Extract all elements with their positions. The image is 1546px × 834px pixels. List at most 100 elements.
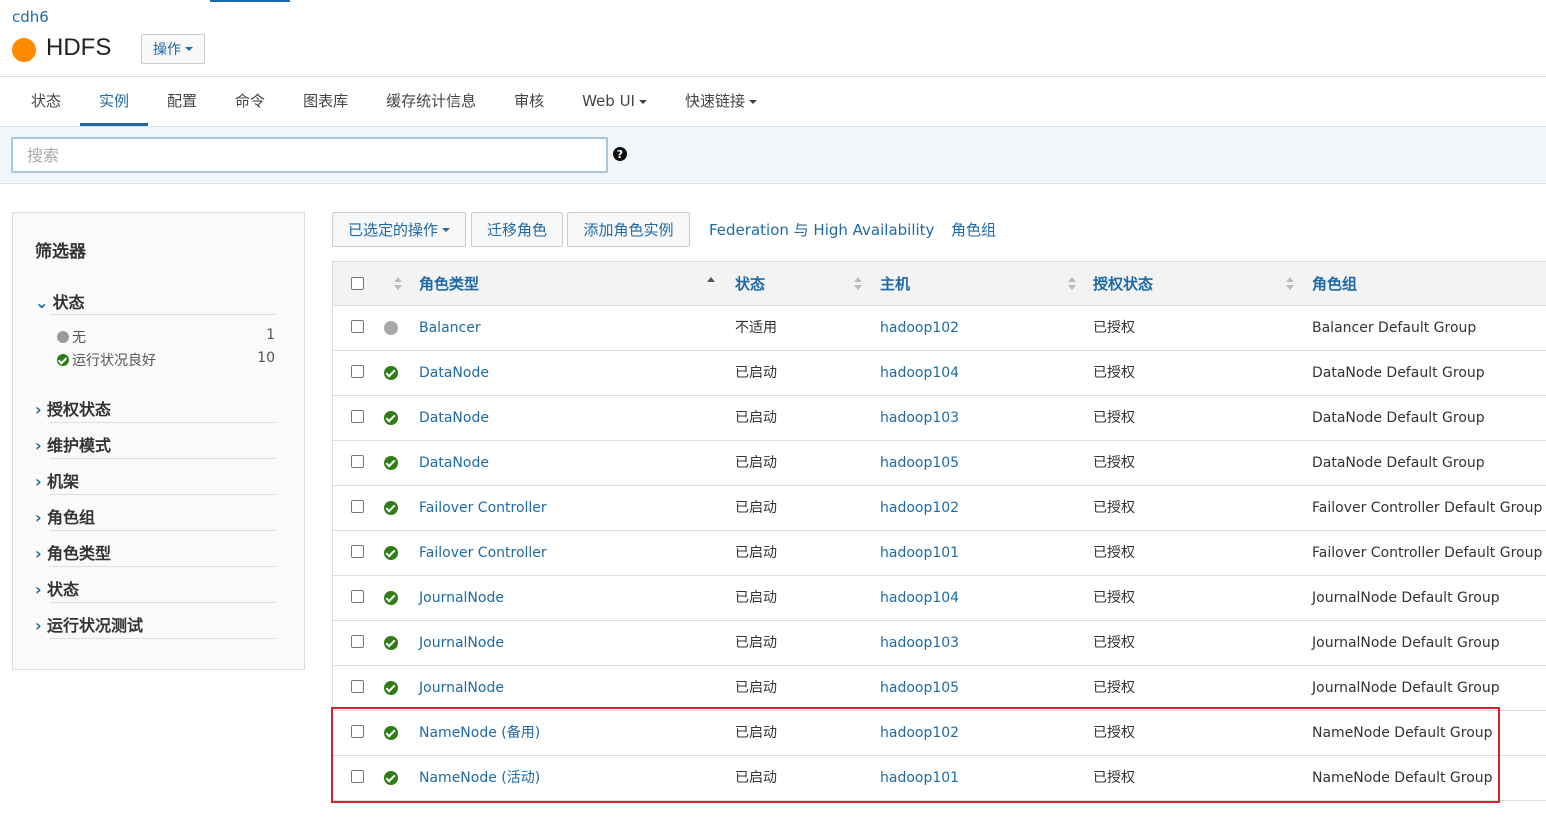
filter-section[interactable]: › 授权状态 bbox=[35, 396, 275, 420]
table-row[interactable]: Balancer 不适用 hadoop102 已授权 Balancer Default … bbox=[333, 306, 1546, 351]
add-role-instances-button[interactable]: 添加角色实例 bbox=[567, 212, 690, 247]
cell-host[interactable]: hadoop102 bbox=[880, 306, 959, 350]
row-checkbox[interactable] bbox=[351, 635, 364, 648]
col-header-role-type[interactable]: 角色类型 bbox=[419, 262, 479, 306]
cell-host[interactable]: hadoop101 bbox=[880, 531, 959, 575]
filter-panel: 筛选器 ⌄ 状态 无 1 运行状况良好 10 › 授权状态 › 维护模式 › 机架 › 角色组… bbox=[12, 212, 305, 670]
cell-status: 已启动 bbox=[735, 635, 777, 651]
selected-actions-label: 已选定的操作 bbox=[347, 221, 438, 239]
cell-role-type[interactable]: DataNode bbox=[419, 396, 489, 440]
row-checkbox[interactable] bbox=[351, 545, 364, 558]
table-row[interactable]: DataNode 已启动 hadoop104 已授权 DataNode Default … bbox=[333, 351, 1546, 396]
col-header-status[interactable]: 状态 bbox=[735, 262, 765, 306]
table-row[interactable]: NameNode (活动) 已启动 hadoop101 已授权 NameNode Def… bbox=[333, 756, 1546, 801]
row-checkbox[interactable] bbox=[351, 455, 364, 468]
health-good-icon bbox=[384, 681, 398, 695]
sort-icon[interactable] bbox=[394, 277, 402, 291]
cell-role-group: JournalNode Default Group bbox=[1312, 635, 1500, 651]
cell-role-type[interactable]: Balancer bbox=[419, 306, 481, 350]
cell-host[interactable]: hadoop104 bbox=[880, 576, 959, 620]
cell-role-type[interactable]: DataNode bbox=[419, 441, 489, 485]
cell-auth-status: 已授权 bbox=[1093, 770, 1135, 786]
col-header-auth-status[interactable]: 授权状态 bbox=[1093, 262, 1153, 306]
tab-item[interactable]: 图表库 bbox=[284, 77, 367, 126]
row-checkbox[interactable] bbox=[351, 365, 364, 378]
table-row[interactable]: JournalNode 已启动 hadoop104 已授权 JournalNode De… bbox=[333, 576, 1546, 621]
tab-item[interactable]: Web UI bbox=[563, 77, 666, 126]
tab-item[interactable]: 状态 bbox=[12, 77, 80, 126]
table-row[interactable]: Failover Controller 已启动 hadoop102 已授权 Failov… bbox=[333, 486, 1546, 531]
filter-item-none[interactable]: 无 1 bbox=[57, 327, 275, 347]
cell-host[interactable]: hadoop105 bbox=[880, 666, 959, 710]
tab-item[interactable]: 配置 bbox=[148, 77, 216, 126]
cell-role-type[interactable]: Failover Controller bbox=[419, 486, 547, 530]
table-row[interactable]: NameNode (备用) 已启动 hadoop102 已授权 NameNode Def… bbox=[333, 711, 1546, 756]
filter-section[interactable]: › 维护模式 bbox=[35, 432, 275, 456]
actions-dropdown-button[interactable]: 操作 bbox=[141, 34, 205, 64]
tab-item[interactable]: 快速链接 bbox=[666, 77, 776, 126]
filter-section[interactable]: › 机架 bbox=[35, 468, 275, 492]
cell-role-group: Failover Controller Default Group bbox=[1312, 500, 1543, 516]
cell-status: 不适用 bbox=[735, 320, 777, 336]
row-checkbox[interactable] bbox=[351, 680, 364, 693]
filter-section-status-expanded[interactable]: ⌄ 状态 bbox=[35, 289, 275, 313]
select-all-checkbox[interactable] bbox=[351, 277, 364, 290]
tab-item[interactable]: 缓存统计信息 bbox=[367, 77, 495, 126]
role-groups-link[interactable]: 角色组 bbox=[951, 219, 996, 240]
cell-auth-status: 已授权 bbox=[1093, 410, 1135, 426]
health-good-icon bbox=[384, 546, 398, 560]
table-row[interactable]: JournalNode 已启动 hadoop105 已授权 JournalNode De… bbox=[333, 666, 1546, 711]
row-checkbox[interactable] bbox=[351, 770, 364, 783]
cell-host[interactable]: hadoop102 bbox=[880, 486, 959, 530]
breadcrumb-cluster[interactable]: cdh6 bbox=[12, 8, 49, 26]
row-checkbox[interactable] bbox=[351, 725, 364, 738]
cell-role-type[interactable]: JournalNode bbox=[419, 621, 504, 665]
federation-ha-link[interactable]: Federation 与 High Availability bbox=[709, 219, 934, 240]
cell-role-type[interactable]: JournalNode bbox=[419, 666, 504, 710]
col-header-role-group[interactable]: 角色组 bbox=[1312, 262, 1357, 306]
health-good-icon bbox=[384, 501, 398, 515]
selected-actions-button[interactable]: 已选定的操作 bbox=[332, 212, 466, 247]
tab-item[interactable]: 审核 bbox=[495, 77, 563, 126]
table-row[interactable]: DataNode 已启动 hadoop105 已授权 DataNode Default … bbox=[333, 441, 1546, 486]
tab-item[interactable]: 命令 bbox=[216, 77, 284, 126]
cell-status: 已启动 bbox=[735, 770, 777, 786]
cell-role-type[interactable]: NameNode (活动) bbox=[419, 756, 540, 800]
cell-host[interactable]: hadoop101 bbox=[880, 756, 959, 800]
cell-auth-status: 已授权 bbox=[1093, 545, 1135, 561]
tab-item[interactable]: 实例 bbox=[80, 77, 149, 126]
filter-item-healthy[interactable]: 运行状况良好 10 bbox=[57, 350, 275, 370]
cell-host[interactable]: hadoop103 bbox=[880, 396, 959, 440]
cell-host[interactable]: hadoop105 bbox=[880, 441, 959, 485]
cell-host[interactable]: hadoop104 bbox=[880, 351, 959, 395]
cell-role-type[interactable]: Failover Controller bbox=[419, 531, 547, 575]
sort-icon[interactable] bbox=[1286, 277, 1294, 291]
health-good-icon bbox=[384, 771, 398, 785]
help-icon[interactable]: ? bbox=[613, 147, 627, 161]
health-good-icon bbox=[384, 636, 398, 650]
filter-section[interactable]: › 角色组 bbox=[35, 504, 275, 528]
migrate-roles-button[interactable]: 迁移角色 bbox=[471, 212, 563, 247]
table-row[interactable]: Failover Controller 已启动 hadoop101 已授权 Failov… bbox=[333, 531, 1546, 576]
row-checkbox[interactable] bbox=[351, 320, 364, 333]
search-input[interactable] bbox=[11, 137, 608, 173]
cell-role-type[interactable]: NameNode (备用) bbox=[419, 711, 540, 755]
filter-section-label: 角色组 bbox=[47, 508, 96, 527]
sort-icon[interactable] bbox=[854, 277, 862, 291]
tab-label: 缓存统计信息 bbox=[386, 92, 477, 110]
cell-host[interactable]: hadoop102 bbox=[880, 711, 959, 755]
row-checkbox[interactable] bbox=[351, 500, 364, 513]
filter-section[interactable]: › 运行状况测试 bbox=[35, 612, 275, 636]
sort-icon[interactable] bbox=[1068, 277, 1076, 291]
row-checkbox[interactable] bbox=[351, 590, 364, 603]
table-row[interactable]: JournalNode 已启动 hadoop103 已授权 JournalNode De… bbox=[333, 621, 1546, 666]
filter-section[interactable]: › 状态 bbox=[35, 576, 275, 600]
cell-role-type[interactable]: DataNode bbox=[419, 351, 489, 395]
cell-role-type[interactable]: JournalNode bbox=[419, 576, 504, 620]
col-header-host[interactable]: 主机 bbox=[880, 262, 910, 306]
sort-asc-icon[interactable] bbox=[707, 277, 715, 291]
filter-section[interactable]: › 角色类型 bbox=[35, 540, 275, 564]
row-checkbox[interactable] bbox=[351, 410, 364, 423]
table-row[interactable]: DataNode 已启动 hadoop103 已授权 DataNode Default … bbox=[333, 396, 1546, 441]
cell-host[interactable]: hadoop103 bbox=[880, 621, 959, 665]
